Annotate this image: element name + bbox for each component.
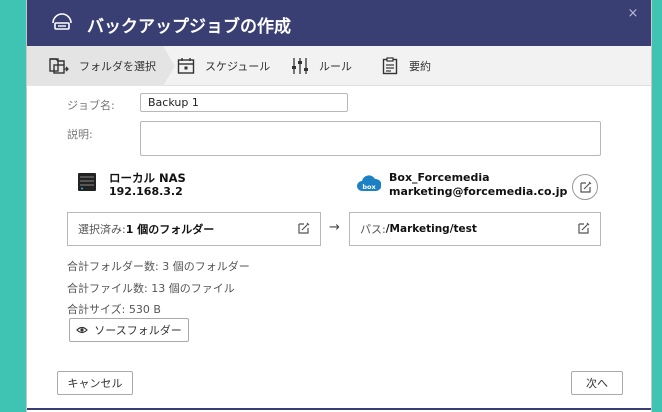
- total-size: 合計サイズ: 530 B: [67, 303, 161, 316]
- source-folder-button[interactable]: ソースフォルダー: [69, 318, 189, 342]
- selected-value: 1 個のフォルダー: [125, 223, 215, 236]
- backup-job-dialog: バックアップジョブの作成 × フォルダを選択 スケジュール ルール 要約 ジョブ…: [26, 0, 652, 412]
- dialog-bottom-border: [27, 408, 651, 410]
- box-cloud-icon: box: [357, 175, 381, 191]
- sliders-icon: [292, 58, 308, 74]
- calendar-icon: [177, 58, 195, 74]
- path-value: /Marketing/test: [385, 223, 477, 235]
- cancel-button[interactable]: キャンセル: [57, 371, 133, 395]
- source-folder-label: ソースフォルダー: [94, 324, 182, 337]
- edit-source-icon[interactable]: [297, 222, 310, 235]
- step-rules[interactable]: ルール: [291, 46, 352, 86]
- job-name-label: ジョブ名:: [67, 99, 115, 112]
- dialog-title: バックアップジョブの作成: [87, 17, 291, 37]
- step-bar: フォルダを選択 スケジュール ルール 要約: [27, 46, 651, 86]
- eye-icon: [76, 326, 89, 334]
- edit-path-icon[interactable]: [577, 222, 590, 235]
- description-input[interactable]: [140, 121, 601, 156]
- dialog-titlebar: バックアップジョブの作成 ×: [27, 0, 651, 46]
- step-label: 要約: [409, 60, 431, 73]
- source-selection-panel: 選択済み: 1 個のフォルダー: [67, 212, 321, 246]
- step-label: フォルダを選択: [79, 60, 156, 73]
- job-name-input[interactable]: [140, 93, 348, 112]
- next-button[interactable]: 次へ: [571, 371, 623, 395]
- svg-text:box: box: [362, 183, 376, 191]
- total-files: 合計ファイル数: 13 個のファイル: [67, 282, 235, 295]
- selected-prefix: 選択済み:: [78, 223, 126, 236]
- edit-icon: [579, 181, 591, 193]
- source-address: 192.168.3.2: [109, 185, 183, 198]
- destination-path-panel: パス: /Marketing/test: [349, 212, 601, 246]
- step-select-folder[interactable]: フォルダを選択: [49, 46, 156, 86]
- source-name: ローカル NAS: [109, 171, 186, 185]
- step-label: ルール: [319, 60, 352, 73]
- path-prefix: パス:: [360, 223, 386, 236]
- edit-destination-account-button[interactable]: [572, 174, 598, 200]
- destination-account: marketing@forcemedia.co.jp: [389, 185, 568, 198]
- step-summary[interactable]: 要約: [381, 46, 431, 86]
- step-schedule[interactable]: スケジュール: [177, 46, 270, 86]
- total-folders: 合計フォルダー数: 3 個のフォルダー: [67, 260, 250, 273]
- clipboard-icon: [382, 57, 398, 75]
- nas-device-icon: [78, 173, 96, 191]
- destination-name: Box_Forcemedia: [389, 171, 490, 184]
- description-label: 説明:: [67, 128, 93, 141]
- backup-icon: [52, 13, 72, 30]
- close-button[interactable]: ×: [625, 6, 641, 22]
- active-step-arrow: [163, 46, 175, 86]
- folder-select-icon: [49, 58, 69, 74]
- direction-arrow: →: [329, 220, 340, 235]
- step-label: スケジュール: [205, 60, 271, 73]
